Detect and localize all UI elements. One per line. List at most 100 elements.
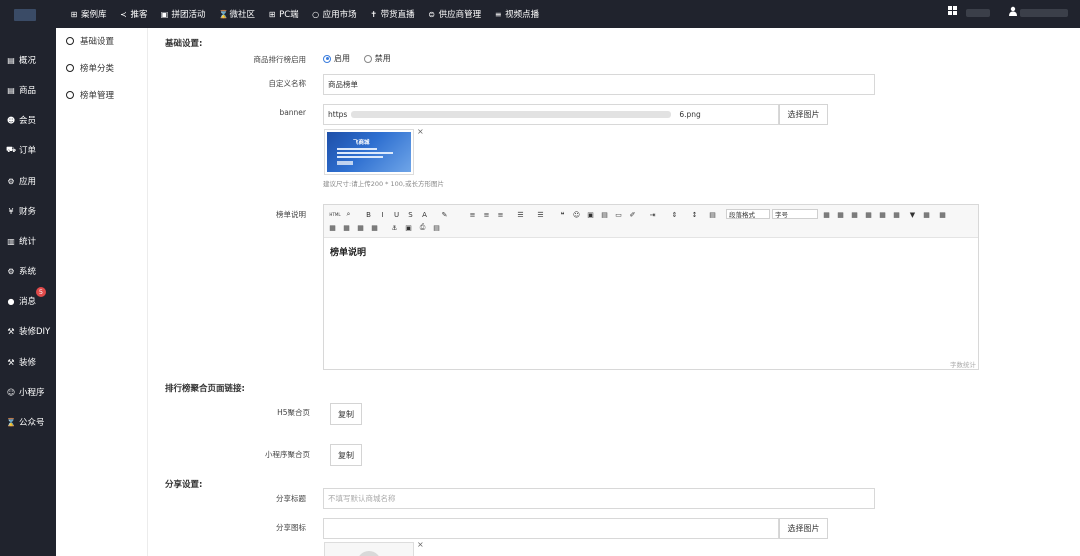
subnav-item-2[interactable]: 榜单管理 [66,89,114,101]
merge-icon[interactable]: ▦ [864,210,873,219]
align-left-icon[interactable]: ≡ [468,210,477,219]
banner-remove-icon[interactable]: × [417,127,424,136]
subnav-item-0[interactable]: 基础设置 [66,35,114,47]
insert-video-icon[interactable]: ▦ [342,223,351,232]
delete-table-icon[interactable]: ▦ [892,210,901,219]
topnav-item-3[interactable]: ⌛ 微社区 [219,8,256,21]
topnav-item-4[interactable]: ⊞ PC端 [268,8,299,21]
paragraph-spacing-icon[interactable]: ↕ [690,210,699,219]
highlight-icon[interactable]: ✎ [440,210,449,219]
sidebar-item-label: 公众号 [19,418,45,428]
sidebar-item-label: 系统 [19,267,37,277]
list-icon: ≡ [494,9,502,19]
file-icon[interactable]: ▤ [600,210,609,219]
image-icon: ▣ [160,9,169,19]
sidebar-item-1[interactable]: ▤ 商品 [0,81,56,99]
sidebar-item-4[interactable]: ⚙ 应用 [0,172,56,190]
sidebar-item-11[interactable]: ☺ 小程序 [0,383,56,401]
insert-frame-icon[interactable]: ▦ [328,223,337,232]
indent-icon[interactable]: ⇥ [648,210,657,219]
align-center-icon[interactable]: ≡ [482,210,491,219]
hammer-icon: ⚒ [7,357,15,367]
filter-icon[interactable]: ▼ [908,210,917,219]
mini-copy-button[interactable]: 复制 [330,444,362,466]
sidebar-item-9[interactable]: ⚒ 装修DIY [0,322,56,340]
eraser-icon[interactable]: ✐ [628,210,637,219]
paste-icon[interactable]: ▤ [432,223,441,232]
sidebar-item-label: 小程序 [19,388,45,398]
topnav-item-6[interactable]: ✝ 带货直播 [370,8,414,21]
sidebar-item-3[interactable]: ⛟ 订单 [0,141,56,159]
sidebar-item-6[interactable]: ▥ 统计 [0,232,56,250]
share-icon-remove-icon[interactable]: × [417,540,424,549]
sidebar-item-0[interactable]: ▤ 概况 [0,51,56,69]
sidebar-item-8[interactable]: ● 消息 5 [0,287,56,310]
print-icon[interactable]: ⎙ [418,223,427,232]
format-icon[interactable]: ▤ [708,210,717,219]
gears-icon: ⚙ [7,266,15,276]
apps-grid-icon[interactable] [948,6,957,15]
banner-thumbnail: 飞商城 [324,129,414,175]
editor-toolbar: HTML ⌕ B I U S A ✎ ≡ ≡ ≡ ☰ ☰ ❝ ☺ ▣ ▤ ▭ ✐ ⇥ ⇕ ↕ ▤ ▦ ▦ ▦ ▦ ▦ ▦ ▼ ▦ ▦ ▦ ▦ ▦ ▦ ⚓… [324,205,978,238]
radio-enable[interactable] [323,54,331,63]
top-bar: ⊞ 案例库 ≺ 推客 ▣ 拼团活动 ⌛ 微社区 ⊞ PC端 ○ 应用市场 ✝ 带货直播 ⊜ 供应商管理 ≡ 视频点… [0,0,1080,28]
underline-icon[interactable]: U [392,210,401,219]
share-title-input[interactable]: 不填写默认商城名称 [323,488,875,509]
share-icon-select-image-button[interactable]: 选择图片 [779,518,828,539]
line-height-icon[interactable]: ⇕ [670,210,679,219]
banner-select-image-button[interactable]: 选择图片 [779,104,828,125]
sidebar-item-12[interactable]: ⌛ 公众号 [0,413,56,431]
sidebar-item-10[interactable]: ⚒ 装修 [0,353,56,371]
radio-disable[interactable] [363,54,372,63]
rich-text-editor[interactable]: HTML ⌕ B I U S A ✎ ≡ ≡ ≡ ☰ ☰ ❝ ☺ ▣ ▤ ▭ ✐ ⇥ ⇕ ↕ ▤ ▦ ▦ ▦ ▦ ▦ ▦ ▼ ▦ ▦ ▦ ▦ ▦ ▦ ⚓… [323,204,979,370]
emoji-icon[interactable]: ☺ [572,210,581,219]
sidebar-item-2[interactable]: ☻ 会员 [0,111,56,129]
enable-label: 商品排行榜启用 [253,55,307,64]
wechat-icon: ☺ [6,387,16,397]
align-right-icon[interactable]: ≡ [496,210,505,219]
share-icon-url-input[interactable] [323,518,779,539]
circle-icon [66,91,74,99]
topnav-item-5[interactable]: ○ 应用市场 [312,8,357,21]
user-icon[interactable] [1008,6,1018,16]
h5-copy-button[interactable]: 复制 [330,403,362,425]
split-icon[interactable]: ▦ [878,210,887,219]
banner-url-input[interactable]: https 6.png [323,104,779,125]
logo[interactable] [14,9,36,21]
topnav-item-1[interactable]: ≺ 推客 [120,8,147,21]
anchor-icon[interactable]: ⚓ [390,223,399,232]
html-source-icon[interactable]: HTML [329,210,341,219]
sidebar-item-5[interactable]: ¥ 财务 [0,202,56,220]
radio-enable-label: 启用 [334,54,350,63]
sidebar-item-7[interactable]: ⚙ 系统 [0,262,56,280]
insert-template-icon[interactable]: ▦ [370,223,379,232]
table-props-icon[interactable]: ▦ [938,210,947,219]
font-color-icon[interactable]: A [420,210,429,219]
font-size-select[interactable]: 字号 [772,209,818,219]
topnav-item-8[interactable]: ≡ 视频点播 [494,8,539,21]
paragraph-format-select[interactable]: 段落格式 [726,209,770,219]
subnav-item-1[interactable]: 榜单分类 [66,62,114,74]
unordered-list-icon[interactable]: ☰ [536,210,545,219]
image-icon[interactable]: ▣ [586,210,595,219]
code-icon[interactable]: ▭ [614,210,623,219]
italic-icon[interactable]: I [378,210,387,219]
custom-name-input[interactable]: 商品榜单 [323,74,875,95]
topnav-item-2[interactable]: ▣ 拼团活动 [160,8,206,21]
table-icon[interactable]: ▦ [822,210,831,219]
topnav-item-0[interactable]: ⊞ 案例库 [70,8,107,21]
cell-icon[interactable]: ▦ [922,210,931,219]
zoom-icon[interactable]: ⌕ [344,210,353,219]
bold-icon[interactable]: B [364,210,373,219]
attachment-icon[interactable]: ▣ [404,223,413,232]
ordered-list-icon[interactable]: ☰ [516,210,525,219]
insert-row-icon[interactable]: ▦ [836,210,845,219]
topnav-item-7[interactable]: ⊜ 供应商管理 [428,8,481,21]
insert-map-icon[interactable]: ▦ [356,223,365,232]
section-links-title: 排行榜聚合页面链接: [165,384,245,394]
editor-body[interactable]: 榜单说明 [324,238,978,265]
quote-icon[interactable]: ❝ [558,210,567,219]
insert-col-icon[interactable]: ▦ [850,210,859,219]
strikethrough-icon[interactable]: S [406,210,415,219]
banner-url-end: 6.png [679,110,701,119]
